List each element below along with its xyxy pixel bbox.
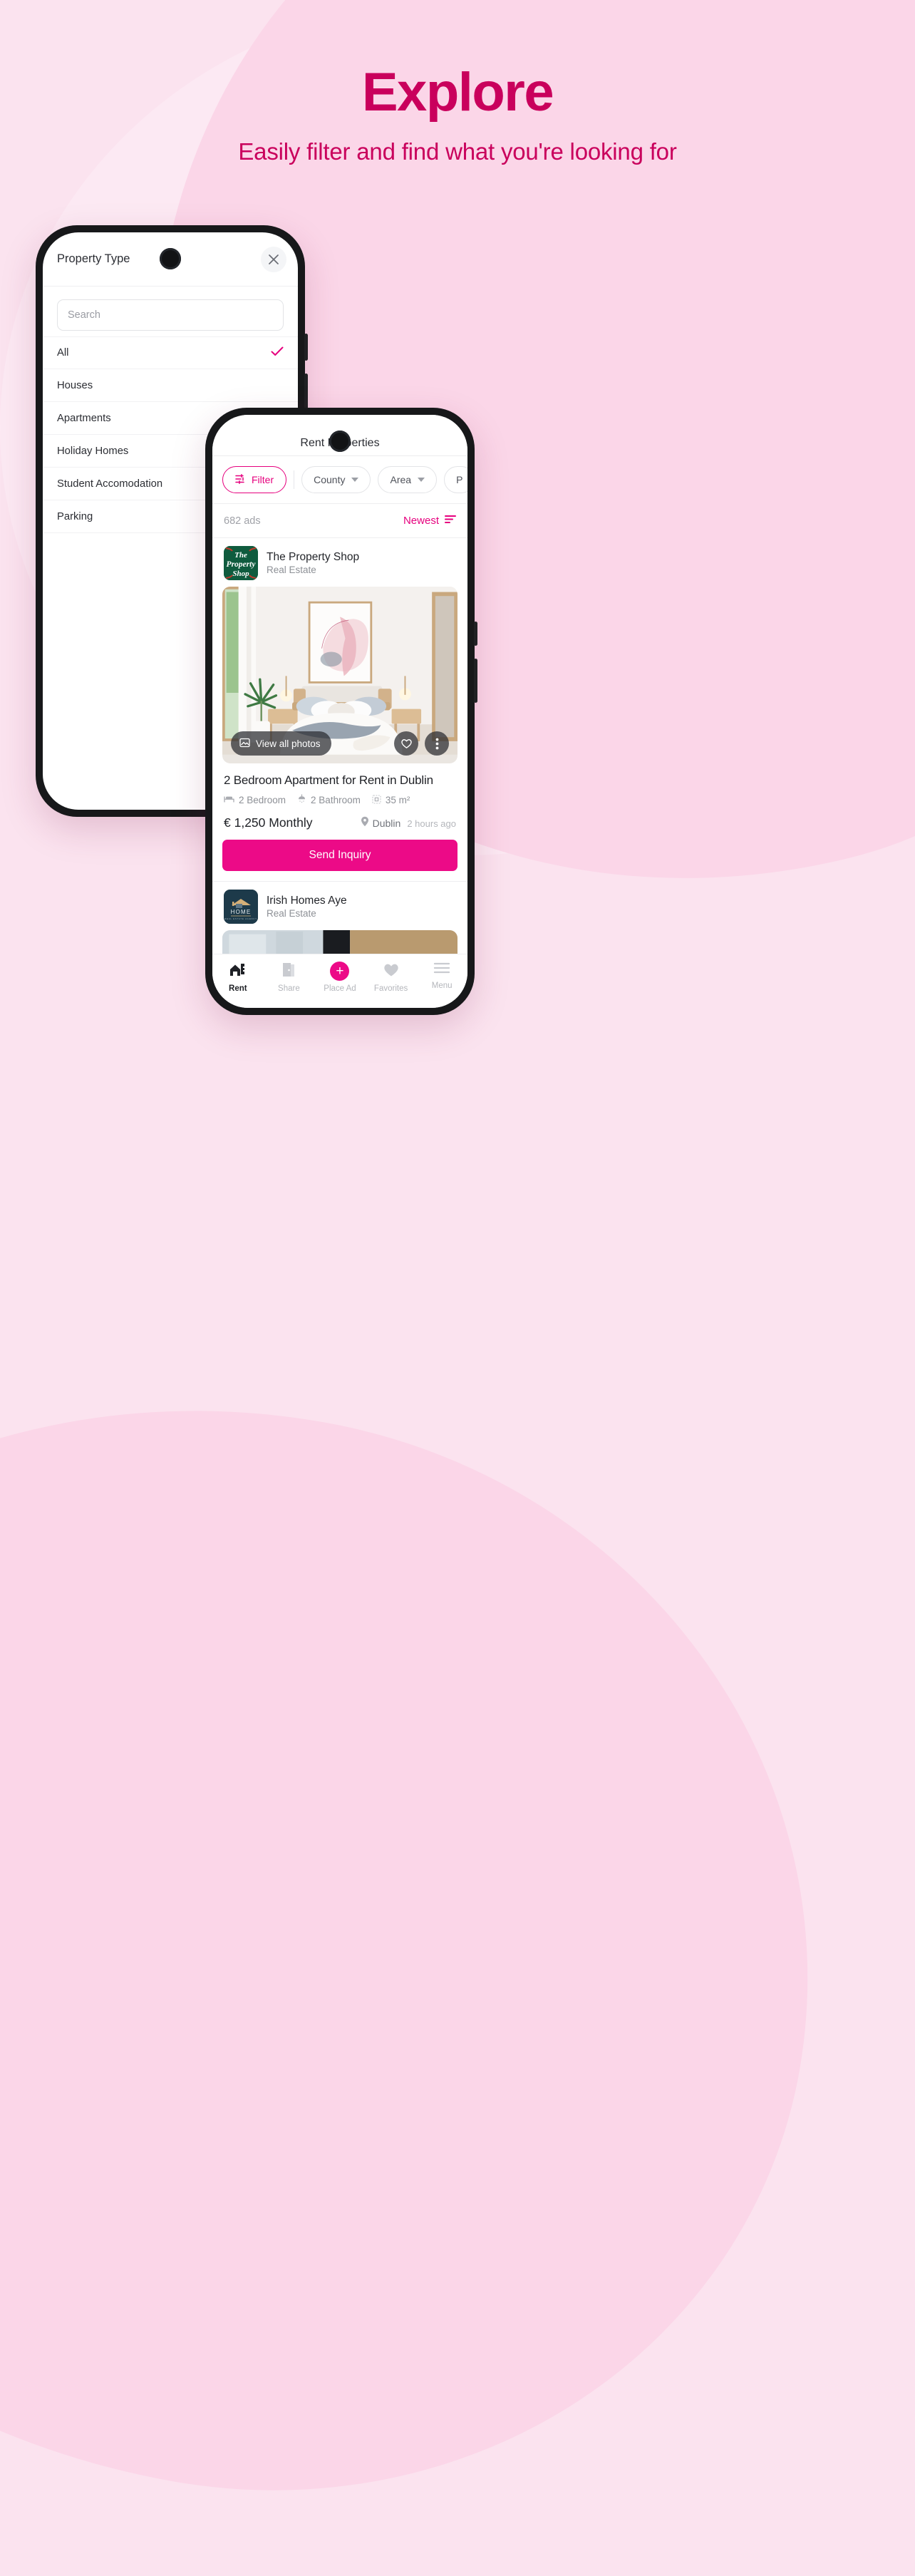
nav-label-favorites: Favorites bbox=[373, 984, 408, 993]
list-item-label: Student Accomodation bbox=[57, 478, 163, 490]
more-vertical-icon[interactable] bbox=[425, 731, 449, 756]
nav-item-rent[interactable]: Rent bbox=[215, 962, 261, 993]
svg-text:The: The bbox=[234, 551, 247, 560]
phone-left-volume-button bbox=[304, 334, 308, 361]
chevron-down-icon bbox=[418, 478, 425, 482]
agency-type: Real Estate bbox=[267, 908, 316, 919]
listing-agency-header[interactable]: HOME REAL ESTATE AGENCY Irish Homes Aye … bbox=[212, 882, 467, 930]
nav-label-share: Share bbox=[278, 984, 300, 993]
phone-right-power-button bbox=[474, 659, 477, 703]
listing-location: Dublin bbox=[372, 818, 401, 829]
listing-agency-header[interactable]: The Property Shop The Property Shop Real… bbox=[212, 538, 467, 587]
feature-bathroom-label: 2 Bathroom bbox=[311, 795, 361, 805]
agency-logo: HOME REAL ESTATE AGENCY bbox=[224, 890, 258, 924]
sheet-title: Property Type bbox=[57, 252, 130, 265]
nav-label-rent: Rent bbox=[229, 984, 247, 993]
area-icon bbox=[372, 794, 381, 806]
listing-price-row: € 1,250 Monthly Dublin 2 hours ago bbox=[212, 806, 467, 830]
filter-chips-row: Filter County Area P bbox=[212, 456, 467, 504]
front-camera-notch bbox=[329, 431, 351, 452]
agency-type: Real Estate bbox=[267, 565, 316, 576]
results-count: 682 ads bbox=[224, 515, 261, 527]
feature-bathroom: 2 Bathroom bbox=[297, 794, 361, 806]
list-item-label: All bbox=[57, 347, 69, 359]
svg-text:Property: Property bbox=[227, 560, 257, 569]
list-item[interactable]: Houses bbox=[43, 369, 298, 402]
nav-item-favorites[interactable]: Favorites bbox=[368, 962, 414, 993]
listing-features: 2 Bedroom 2 Bathroom 35 m² bbox=[212, 788, 467, 806]
heart-filled-icon bbox=[383, 962, 400, 981]
area-dropdown[interactable]: Area bbox=[378, 466, 438, 493]
feature-area-label: 35 m² bbox=[385, 795, 410, 805]
door-icon bbox=[281, 962, 296, 981]
search-field-wrapper: Search bbox=[43, 287, 298, 336]
feature-bedroom-label: 2 Bedroom bbox=[239, 795, 286, 805]
nav-item-share[interactable]: Share bbox=[266, 962, 311, 993]
county-dropdown[interactable]: County bbox=[301, 466, 371, 493]
shower-icon bbox=[297, 794, 306, 806]
nav-label-place-ad: Place Ad bbox=[324, 984, 356, 993]
view-all-photos-label: View all photos bbox=[256, 738, 321, 749]
filter-sliders-icon bbox=[235, 473, 247, 487]
chevron-down-icon bbox=[351, 478, 359, 482]
nav-item-place-ad[interactable]: + Place Ad bbox=[317, 962, 363, 993]
list-item-label: Apartments bbox=[57, 412, 111, 424]
page-subtitle: Easily filter and find what you're looki… bbox=[238, 138, 677, 165]
svg-text:HOME: HOME bbox=[231, 909, 252, 915]
heart-outline-icon[interactable] bbox=[394, 731, 418, 756]
agency-name: Irish Homes Aye bbox=[267, 894, 347, 907]
bed-icon bbox=[224, 795, 234, 806]
sort-descending-icon bbox=[445, 515, 456, 527]
view-all-photos-button[interactable]: View all photos bbox=[231, 731, 331, 756]
list-item[interactable]: All bbox=[43, 336, 298, 369]
agency-name: The Property Shop bbox=[267, 550, 360, 563]
front-camera-notch bbox=[160, 248, 181, 269]
listing-price: € 1,250 Monthly bbox=[224, 815, 313, 830]
image-icon bbox=[239, 738, 250, 750]
sort-label: Newest bbox=[403, 515, 439, 527]
photo-overlay-controls: View all photos bbox=[231, 731, 449, 756]
page-title: Explore bbox=[361, 62, 554, 123]
list-item-label: Houses bbox=[57, 379, 93, 391]
svg-text:REAL ESTATE AGENCY: REAL ESTATE AGENCY bbox=[224, 917, 257, 920]
house-key-icon bbox=[229, 962, 247, 981]
svg-text:Shop: Shop bbox=[232, 570, 249, 578]
phone-right-volume-button bbox=[474, 622, 477, 646]
results-summary-row: 682 ads Newest bbox=[212, 504, 467, 538]
promo-header: Explore Easily filter and find what you'… bbox=[0, 63, 915, 165]
county-label: County bbox=[314, 474, 346, 485]
area-label: Area bbox=[390, 474, 412, 485]
hamburger-icon bbox=[433, 962, 450, 978]
sort-button[interactable]: Newest bbox=[403, 515, 456, 527]
listing-title[interactable]: 2 Bedroom Apartment for Rent in Dublin bbox=[212, 763, 467, 788]
agency-logo: The Property Shop bbox=[224, 546, 258, 580]
feature-bedroom: 2 Bedroom bbox=[224, 795, 286, 806]
phone-mockup-right: Rent Properties Filter County Area P 682… bbox=[205, 408, 477, 1015]
list-item-label: Parking bbox=[57, 510, 93, 522]
close-icon[interactable] bbox=[261, 246, 286, 272]
listing-photo[interactable]: View all photos bbox=[222, 587, 458, 763]
filter-button[interactable]: Filter bbox=[222, 466, 287, 493]
feature-area: 35 m² bbox=[372, 794, 410, 806]
nav-label-menu: Menu bbox=[431, 982, 453, 990]
listing-posted-time: 2 hours ago bbox=[407, 818, 456, 829]
price-dropdown[interactable]: P bbox=[444, 466, 467, 493]
bottom-navigation: Rent Share + Place Ad Favorites Menu bbox=[212, 954, 467, 1008]
price-label: P bbox=[456, 474, 463, 485]
plus-circle-icon: + bbox=[330, 962, 350, 981]
send-inquiry-button[interactable]: Send Inquiry bbox=[222, 840, 458, 871]
list-item-label: Holiday Homes bbox=[57, 445, 129, 457]
background-shape-bottom bbox=[0, 1312, 896, 2576]
filter-label: Filter bbox=[252, 474, 274, 485]
search-input[interactable]: Search bbox=[57, 299, 284, 331]
phone-right-screen: Rent Properties Filter County Area P 682… bbox=[212, 415, 467, 1008]
check-icon bbox=[271, 346, 284, 360]
nav-item-menu[interactable]: Menu bbox=[419, 962, 465, 990]
listing-location-row: Dublin 2 hours ago bbox=[361, 816, 456, 830]
map-pin-icon bbox=[361, 816, 369, 830]
